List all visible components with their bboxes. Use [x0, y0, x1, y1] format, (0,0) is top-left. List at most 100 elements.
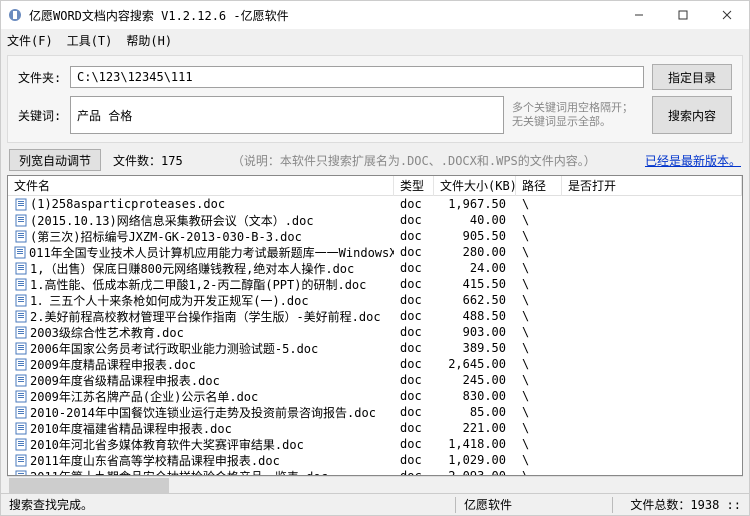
file-size: 905.50: [434, 229, 516, 243]
file-name: (第三次)招标编号JXZM-GK-2013-030-B-3.doc: [30, 228, 302, 245]
file-path: \: [516, 341, 562, 355]
status-vendor: 亿愿软件: [464, 496, 604, 513]
file-path: \: [516, 309, 562, 323]
table-row[interactable]: 2011年度山东省高等学校精品课程申报表.docdoc1,029.00\: [8, 452, 742, 468]
table-row[interactable]: 2010年河北省多媒体教育软件大奖赛评审结果.docdoc1,418.00\: [8, 436, 742, 452]
close-button[interactable]: [705, 1, 749, 29]
col-header-path[interactable]: 路径: [516, 175, 562, 196]
update-link[interactable]: 已经是最新版本。: [645, 152, 741, 169]
keyword-label: 关键词:: [18, 107, 70, 124]
doc-icon: [14, 214, 28, 226]
table-row[interactable]: 2010年度福建省精品课程申报表.docdoc221.00\: [8, 420, 742, 436]
col-header-type[interactable]: 类型: [394, 175, 434, 196]
doc-icon: [14, 246, 27, 258]
file-type: doc: [394, 325, 434, 339]
table-row[interactable]: 2009年度省级精品课程申报表.docdoc245.00\: [8, 372, 742, 388]
doc-icon: [14, 470, 28, 475]
file-type: doc: [394, 373, 434, 387]
status-message: 搜索查找完成。: [9, 496, 447, 513]
table-row[interactable]: 2.美好前程高校教材管理平台操作指南（学生版）-美好前程.docdoc488.5…: [8, 308, 742, 324]
table-row[interactable]: 2003级综合性艺术教育.docdoc903.00\: [8, 324, 742, 340]
file-size: 245.00: [434, 373, 516, 387]
table-row[interactable]: 1．三五个人十来条枪如何成为开发正规军(一).docdoc662.50\: [8, 292, 742, 308]
file-type: doc: [394, 437, 434, 451]
file-name: (2015.10.13)网络信息采集教研会议（文本）.doc: [30, 212, 314, 229]
table-row[interactable]: 1.高性能、低成本新戊二甲酸1,2-丙二醇酯(PPT)的研制.docdoc415…: [8, 276, 742, 292]
file-path: \: [516, 389, 562, 403]
menubar: 文件(F) 工具(T) 帮助(H): [1, 29, 749, 51]
doc-icon: [14, 310, 28, 322]
file-path: \: [516, 229, 562, 243]
table-row[interactable]: (1)258asparticproteases.docdoc1,967.50\: [8, 196, 742, 212]
file-name: 2010年河北省多媒体教育软件大奖赛评审结果.doc: [30, 436, 304, 453]
keyword-hint: 多个关键词用空格隔开；无关键词显示全部。: [504, 101, 644, 129]
file-name: 011年全国专业技术人员计算机应用能力考试最新题库一一WindowsXP.doc: [29, 244, 394, 261]
doc-icon: [14, 294, 28, 306]
file-name: 2003级综合性艺术教育.doc: [30, 324, 184, 341]
file-path: \: [516, 357, 562, 371]
file-path: \: [516, 213, 562, 227]
col-header-open[interactable]: 是否打开: [562, 175, 742, 196]
file-type: doc: [394, 197, 434, 211]
file-name: 2010-2014年中国餐饮连锁业运行走势及投资前景咨询报告.doc: [30, 404, 376, 421]
menu-tools[interactable]: 工具(T): [67, 32, 113, 49]
file-type: doc: [394, 245, 434, 259]
table-row[interactable]: (2015.10.13)网络信息采集教研会议（文本）.docdoc40.00\: [8, 212, 742, 228]
file-size: 2,645.00: [434, 357, 516, 371]
app-icon: [7, 7, 23, 23]
maximize-button[interactable]: [661, 1, 705, 29]
search-button[interactable]: 搜索内容: [652, 96, 732, 134]
list-header: 文件名 类型 文件大小(KB) 路径 是否打开: [8, 176, 742, 196]
keyword-input[interactable]: [70, 96, 504, 134]
col-header-size[interactable]: 文件大小(KB): [434, 175, 516, 196]
table-row[interactable]: (第三次)招标编号JXZM-GK-2013-030-B-3.docdoc905.…: [8, 228, 742, 244]
menu-file[interactable]: 文件(F): [7, 32, 53, 49]
table-row[interactable]: 2006年国家公务员考试行政职业能力测验试题-5.doc doc389.50\: [8, 340, 742, 356]
table-row[interactable]: 2011年第十九期食品安全抽样检验合格产品一览表.docdoc2,093.00\: [8, 468, 742, 475]
browse-button[interactable]: 指定目录: [652, 64, 732, 90]
file-path: \: [516, 325, 562, 339]
horizontal-scrollbar[interactable]: [7, 476, 743, 493]
doc-icon: [14, 230, 28, 242]
doc-icon: [14, 390, 28, 402]
file-type: doc: [394, 405, 434, 419]
file-size: 1,418.00: [434, 437, 516, 451]
path-label: 文件夹:: [18, 69, 70, 86]
file-type: doc: [394, 421, 434, 435]
table-row[interactable]: 1,（出售）保底日赚800元网络赚钱教程,绝对本人操作.docdoc24.00\: [8, 260, 742, 276]
file-type: doc: [394, 293, 434, 307]
file-path: \: [516, 373, 562, 387]
scrollbar-thumb[interactable]: [9, 478, 169, 493]
col-header-name[interactable]: 文件名: [8, 175, 394, 196]
file-name: 2009年江苏名牌产品(企业)公示名单.doc: [30, 388, 258, 405]
table-row[interactable]: 2009年度精品课程申报表.docdoc2,645.00\: [8, 356, 742, 372]
list-body[interactable]: (1)258asparticproteases.docdoc1,967.50\(…: [8, 196, 742, 475]
file-size: 24.00: [434, 261, 516, 275]
file-name: 2006年国家公务员考试行政职业能力测验试题-5.doc: [30, 340, 318, 357]
titlebar: 亿愿WORD文档内容搜索 V1.2.12.6 -亿愿软件: [1, 1, 749, 29]
doc-icon: [14, 454, 28, 466]
table-row[interactable]: 2010-2014年中国餐饮连锁业运行走势及投资前景咨询报告.docdoc85.…: [8, 404, 742, 420]
file-type: doc: [394, 341, 434, 355]
file-count: 文件数：175: [113, 152, 183, 169]
file-path: \: [516, 261, 562, 275]
autowidth-button[interactable]: 列宽自动调节: [9, 149, 101, 171]
file-type: doc: [394, 469, 434, 475]
file-name: 2010年度福建省精品课程申报表.doc: [30, 420, 232, 437]
file-size: 40.00: [434, 213, 516, 227]
file-list: 文件名 类型 文件大小(KB) 路径 是否打开 (1)258asparticpr…: [7, 175, 743, 476]
file-size: 389.50: [434, 341, 516, 355]
file-size: 662.50: [434, 293, 516, 307]
table-row[interactable]: 011年全国专业技术人员计算机应用能力考试最新题库一一WindowsXP.doc…: [8, 244, 742, 260]
minimize-button[interactable]: [617, 1, 661, 29]
table-row[interactable]: 2009年江苏名牌产品(企业)公示名单.docdoc830.00\: [8, 388, 742, 404]
path-input[interactable]: [70, 66, 644, 88]
search-note: （说明：本软件只搜索扩展名为.DOC、.DOCX和.WPS的文件内容。）: [195, 152, 633, 169]
file-size: 280.00: [434, 245, 516, 259]
file-path: \: [516, 277, 562, 291]
menu-help[interactable]: 帮助(H): [126, 32, 172, 49]
doc-icon: [14, 198, 28, 210]
doc-icon: [14, 406, 28, 418]
file-size: 221.00: [434, 421, 516, 435]
file-size: 415.50: [434, 277, 516, 291]
